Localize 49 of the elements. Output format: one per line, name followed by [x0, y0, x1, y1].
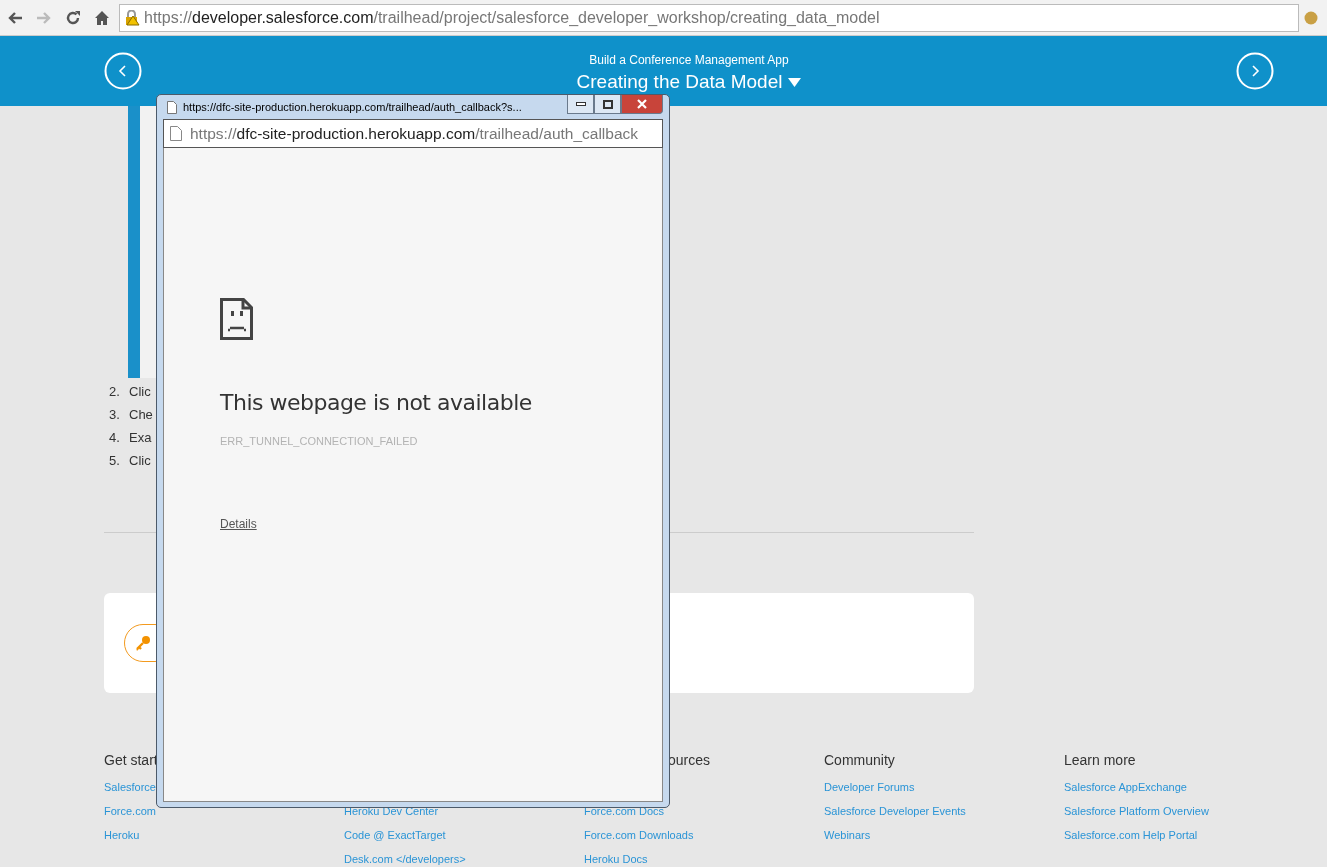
next-icon[interactable]: [1236, 52, 1274, 90]
footer-link[interactable]: Salesforce Developer Events: [824, 804, 1064, 828]
footer-link[interactable]: Heroku Docs: [584, 852, 824, 867]
minimize-button[interactable]: [567, 95, 594, 114]
page-icon: [167, 100, 177, 114]
step-number: 5.: [108, 452, 121, 470]
project-subtitle: Build a Conference Management App: [588, 53, 790, 67]
dropdown-caret-icon[interactable]: [788, 77, 802, 87]
reload-icon[interactable]: [65, 9, 81, 26]
error-code: ERR_TUNNEL_CONNECTION_FAILED: [220, 435, 419, 447]
lock-warning-icon: [124, 9, 140, 26]
minimize-icon: [575, 102, 586, 106]
key-icon: [135, 635, 151, 651]
step-number: 3.: [108, 406, 121, 424]
footer-heading: Learn more: [1064, 751, 1137, 770]
footer-link[interactable]: Salesforce.com Help Portal: [1064, 828, 1304, 852]
previous-icon[interactable]: [104, 52, 142, 90]
step-number: 4.: [108, 429, 121, 447]
step-text: Che: [129, 406, 153, 424]
footer-link[interactable]: Desk.com </developers>: [344, 852, 584, 867]
footer-link[interactable]: Developer Forums: [824, 780, 1064, 804]
footer-link[interactable]: Code @ ExactTarget: [344, 828, 584, 852]
maximize-button[interactable]: [594, 95, 621, 114]
step-text: Exa: [129, 429, 152, 447]
maximize-icon: [602, 99, 613, 109]
step-text: Clic: [129, 383, 151, 401]
unit-title[interactable]: Creating the Data Model: [576, 71, 802, 93]
details-link[interactable]: Details: [220, 517, 257, 531]
footer-link[interactable]: Salesforce Platform Overview: [1064, 804, 1304, 828]
address-bar[interactable]: https://developer.salesforce.com/trailhead/project/salesforce_developer_workshop/creating_data_model: [119, 3, 1299, 32]
footer-link[interactable]: Salesforce AppExchange: [1064, 780, 1304, 804]
footer-link[interactable]: Webinars: [824, 828, 1064, 852]
footer-link[interactable]: Force.com Downloads: [584, 828, 824, 852]
footer-heading: Get start: [104, 751, 159, 770]
step-text: Clic: [129, 452, 151, 470]
sad-page-icon: [220, 298, 253, 340]
footer-link[interactable]: Force.com: [104, 804, 344, 828]
close-icon: [636, 99, 648, 109]
popup-address-field[interactable]: https://dfc-site-production.herokuapp.com/trailhead/auth_callback: [163, 119, 663, 148]
page-icon: [170, 126, 182, 141]
back-icon[interactable]: [7, 10, 23, 25]
footer-heading: ources: [667, 751, 712, 770]
home-icon[interactable]: [94, 9, 110, 26]
close-button[interactable]: [621, 95, 663, 114]
error-heading: This webpage is not available: [220, 390, 533, 415]
step-number: 2.: [108, 383, 121, 401]
footer-heading: Community: [824, 751, 896, 770]
footer-link[interactable]: Heroku: [104, 828, 344, 852]
window-title: https://dfc-site-production.herokuapp.com/trailhead/auth_callback?s...: [183, 101, 522, 113]
